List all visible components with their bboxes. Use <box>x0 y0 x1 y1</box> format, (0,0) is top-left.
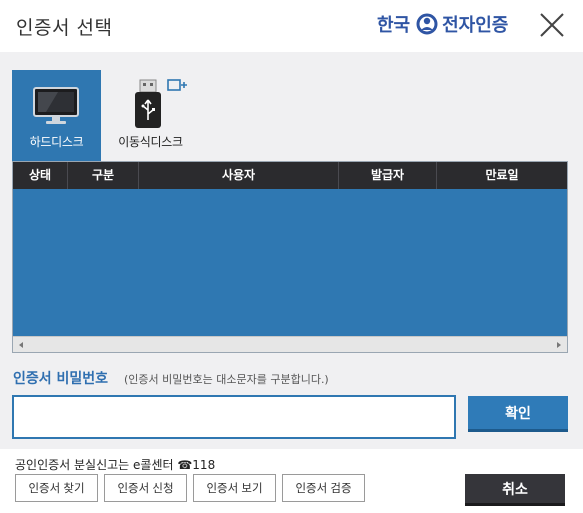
column-header-type[interactable]: 구분 <box>68 162 139 189</box>
verify-certificate-button[interactable]: 인증서 검증 <box>282 474 365 502</box>
table-header: 상태 구분 사용자 발급자 만료일 <box>13 162 567 189</box>
column-header-user[interactable]: 사용자 <box>139 162 339 189</box>
table-body <box>13 189 567 336</box>
ok-button[interactable]: 확인 <box>468 396 568 432</box>
dialog-header: 인증서 선택 한국 전자인증 <box>0 0 583 52</box>
brand-mark-icon <box>416 13 438 35</box>
scroll-right-icon[interactable] <box>554 340 564 350</box>
tab-hard-disk-label: 하드디스크 <box>29 135 84 149</box>
cancel-button[interactable]: 취소 <box>465 474 565 506</box>
brand-logo: 한국 전자인증 <box>377 9 508 39</box>
find-certificate-button[interactable]: 인증서 찾기 <box>15 474 98 502</box>
horizontal-scrollbar[interactable] <box>13 336 567 352</box>
certificate-table[interactable]: 상태 구분 사용자 발급자 만료일 <box>12 161 568 353</box>
lost-report-notice: 공인인증서 분실신고는 e콜센터 ☎118 <box>15 458 216 472</box>
tab-removable-disk-label: 이동식디스크 <box>118 135 183 149</box>
password-label: 인증서 비밀번호 <box>13 371 109 387</box>
brand-text-korea: 한국 <box>377 15 411 36</box>
brand-text-ecert: 전자인증 <box>442 15 509 36</box>
column-header-status[interactable]: 상태 <box>13 162 68 189</box>
scroll-left-icon[interactable] <box>16 340 26 350</box>
apply-certificate-button[interactable]: 인증서 신청 <box>104 474 187 502</box>
column-header-expiry[interactable]: 만료일 <box>437 162 567 189</box>
password-hint: (인증서 비밀번호는 대소문자를 구분합니다.) <box>124 373 329 386</box>
tab-hard-disk[interactable]: 하드디스크 <box>12 70 101 161</box>
password-input[interactable] <box>12 395 456 439</box>
main-panel: 하드디스크 이동식디스크 상태 구분 사용자 발급자 만료일 인증서 비밀번호 … <box>0 52 583 449</box>
close-icon[interactable] <box>537 10 567 40</box>
column-header-issuer[interactable]: 발급자 <box>339 162 437 189</box>
view-certificate-button[interactable]: 인증서 보기 <box>193 474 276 502</box>
usb-drive-icon <box>135 79 187 128</box>
tab-removable-disk[interactable]: 이동식디스크 <box>106 70 195 161</box>
dialog-title: 인증서 선택 <box>16 17 113 39</box>
monitor-icon <box>33 87 79 124</box>
